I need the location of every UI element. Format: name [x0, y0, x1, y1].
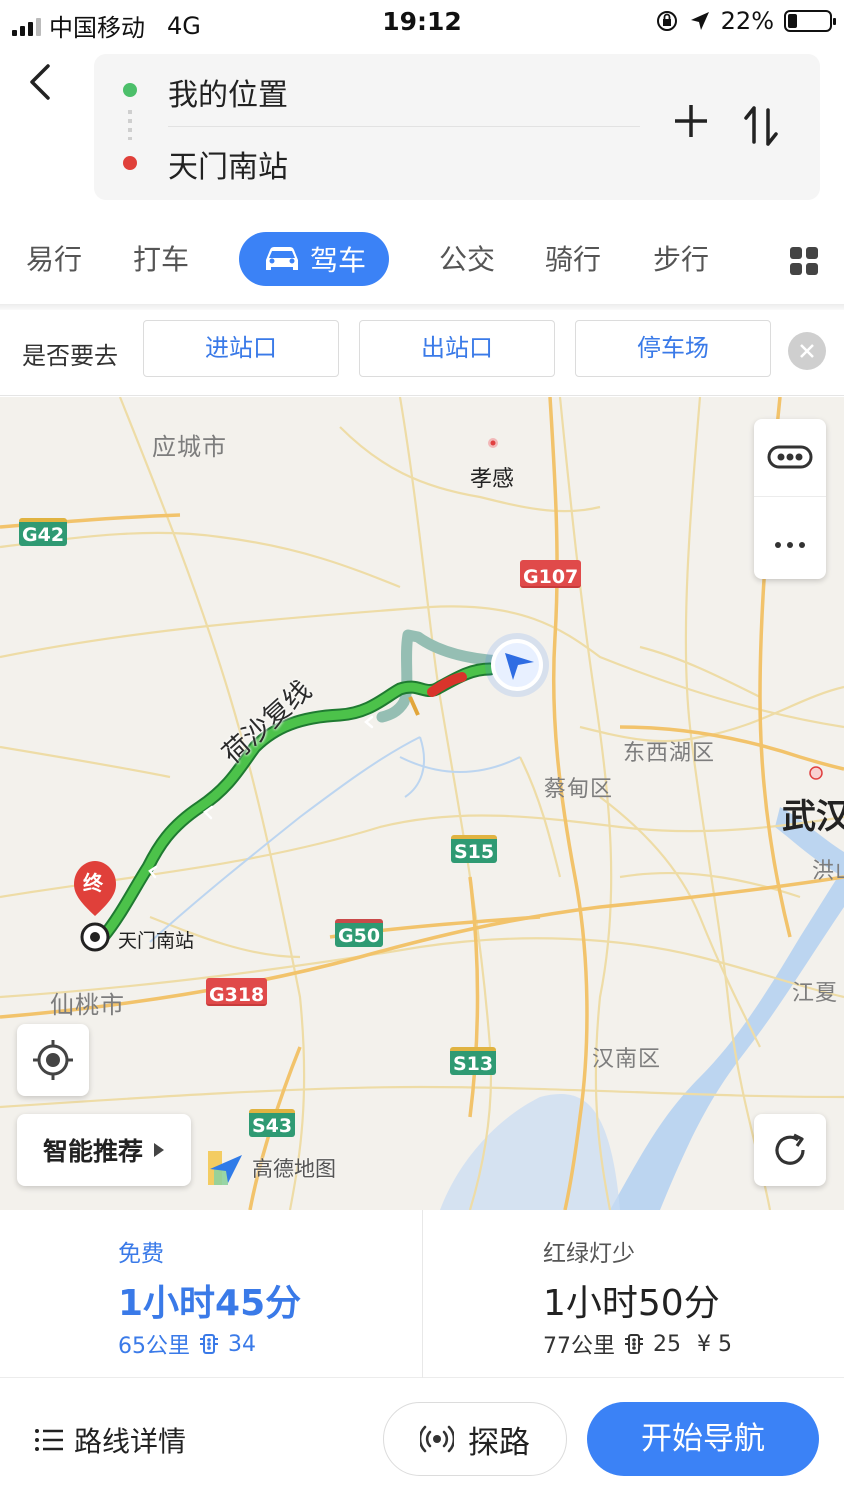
goto-label: 是否要去	[22, 342, 118, 370]
broadcast-icon	[420, 1425, 454, 1453]
route-option-meta: 65公里 34	[118, 1328, 256, 1360]
plus-icon	[675, 105, 707, 137]
back-button[interactable]	[26, 62, 66, 112]
route-option-tag: 红绿灯少	[543, 1241, 635, 1267]
car-icon	[265, 247, 298, 270]
place-xiantao: 仙桃市	[50, 991, 125, 1019]
map-tools-panel	[754, 419, 826, 579]
route-option-free[interactable]: 免费 1小时45分 65公里 34	[0, 1210, 422, 1378]
triangle-right-icon	[154, 1143, 164, 1157]
route-option-fewer-lights[interactable]: 红绿灯少 1小时50分 77公里 25 ¥ 5	[423, 1210, 844, 1378]
station-label: 天门南站	[118, 930, 195, 952]
place-yingcheng: 应城市	[152, 433, 227, 461]
traffic-icon	[767, 445, 813, 469]
crosshair-icon	[33, 1040, 73, 1080]
route-details-button[interactable]: 路线详情	[34, 1420, 186, 1460]
swap-route-button[interactable]	[742, 104, 788, 152]
route-option-tag: 免费	[118, 1241, 164, 1267]
goto-exit-button[interactable]: 出站口	[359, 320, 555, 377]
tab-walk[interactable]: 步行	[653, 238, 709, 278]
tab-drive-label: 驾车	[309, 244, 366, 277]
map-view[interactable]: 终 应城市 孝感 东西湖区 蔡甸区 武汉 洪山 仙桃市 江夏 汉南区 天门南站 …	[0, 397, 844, 1210]
tab-drive[interactable]: 驾车	[239, 232, 389, 286]
more-modes-grid-icon[interactable]	[790, 247, 818, 275]
highway-g318: G318	[206, 978, 268, 1006]
close-goto-button[interactable]	[788, 332, 826, 370]
smart-recommend-label: 智能推荐	[42, 1137, 143, 1166]
highway-g42: G42	[19, 518, 68, 546]
refresh-icon	[775, 1133, 805, 1165]
place-jiangxia: 江夏	[792, 981, 839, 1006]
more-tools-button[interactable]	[754, 499, 826, 579]
place-hongshan: 洪山	[812, 859, 844, 884]
route-option-distance: 65公里	[118, 1334, 190, 1359]
tab-taxi[interactable]: 打车	[133, 238, 189, 278]
amap-logo: 高德地图	[206, 1149, 336, 1187]
start-navigation-button[interactable]: 开始导航	[587, 1402, 819, 1476]
route-option-time: 1小时50分	[543, 1283, 720, 1324]
route-details-label: 路线详情	[74, 1425, 187, 1458]
add-waypoint-button[interactable]	[668, 100, 714, 154]
location-arrow-icon	[690, 12, 709, 30]
battery-icon	[784, 10, 836, 32]
route-option-meta: 77公里 25 ¥ 5	[543, 1328, 732, 1360]
origin-field[interactable]: 我的位置	[168, 70, 288, 114]
end-marker-label: 终	[83, 871, 103, 895]
highway-s15: S15	[451, 835, 498, 863]
more-dots-icon	[775, 542, 805, 548]
highway-g107: G107	[520, 560, 582, 588]
route-option-lights: 34	[228, 1331, 256, 1357]
amap-logo-icon	[208, 1151, 242, 1185]
goto-parking-button[interactable]: 停车场	[575, 320, 771, 377]
rotation-lock-icon	[656, 11, 677, 31]
place-dongxihu: 东西湖区	[623, 741, 716, 766]
highway-s13: S13	[450, 1047, 497, 1075]
action-bar: 路线详情 探路 开始导航	[0, 1378, 844, 1500]
tab-yixing[interactable]: 易行	[26, 238, 82, 278]
traffic-toggle-button[interactable]	[754, 419, 826, 497]
goto-suggestion-row: 是否要去 进站口 出站口 停车场	[0, 310, 844, 396]
traffic-light-icon	[200, 1334, 218, 1354]
place-hannan: 汉南区	[592, 1047, 662, 1072]
status-bar: 中国移动 4G 19:12 22%	[0, 0, 844, 44]
origin-dot-icon	[123, 83, 137, 97]
probe-road-button[interactable]: 探路	[383, 1402, 567, 1476]
destination-dot-icon	[123, 156, 137, 170]
probe-road-label: 探路	[468, 1424, 530, 1461]
amap-logo-text: 高德地图	[252, 1157, 336, 1181]
place-caidian: 蔡甸区	[544, 777, 614, 802]
battery-percent: 22%	[720, 7, 774, 35]
route-input-panel: 我的位置 天门南站	[94, 54, 820, 200]
route-option-toll: ¥ 5	[697, 1331, 732, 1357]
status-right: 22%	[655, 7, 836, 35]
travel-mode-tabs: 易行 打车 驾车 公交 骑行 步行	[0, 230, 844, 290]
tab-bike[interactable]: 骑行	[545, 238, 601, 278]
tab-bus[interactable]: 公交	[439, 238, 495, 278]
highway-g50: G50	[335, 919, 384, 947]
locate-button[interactable]	[17, 1024, 89, 1096]
route-option-distance: 77公里	[543, 1334, 615, 1359]
map-roads	[0, 397, 844, 1210]
smart-recommend-button[interactable]: 智能推荐	[17, 1114, 191, 1186]
close-icon	[800, 344, 814, 358]
route-option-lights: 25	[653, 1331, 681, 1357]
route-connector	[128, 110, 132, 140]
place-xiaogan: 孝感	[470, 467, 515, 492]
traffic-light-icon	[625, 1334, 643, 1354]
list-icon	[35, 1429, 63, 1451]
chevron-left-icon	[30, 64, 50, 100]
destination-field[interactable]: 天门南站	[168, 142, 288, 186]
route-option-time: 1小时45分	[118, 1283, 302, 1324]
refresh-route-button[interactable]	[754, 1114, 826, 1186]
place-wuhan: 武汉	[782, 797, 844, 837]
goto-entrance-button[interactable]: 进站口	[143, 320, 339, 377]
swap-arrows-icon	[744, 106, 778, 146]
route-options-panel: 免费 1小时45分 65公里 34 红绿灯少 1小时50分 77公里 25 ¥ …	[0, 1210, 844, 1378]
highway-s43: S43	[249, 1109, 296, 1137]
route-divider	[168, 126, 640, 127]
